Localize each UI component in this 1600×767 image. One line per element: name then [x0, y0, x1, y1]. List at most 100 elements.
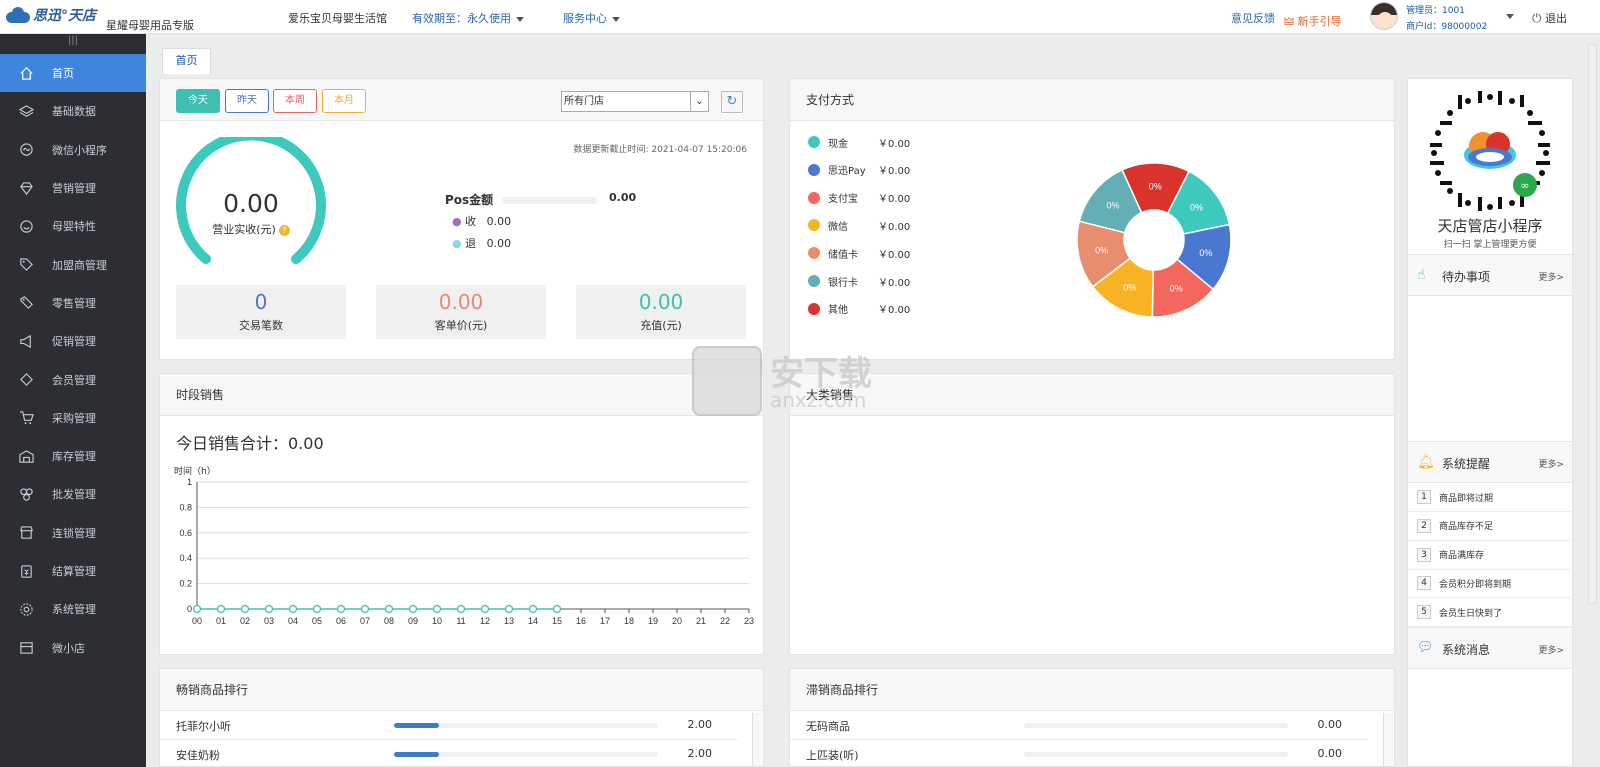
x-tick-label: 13: [504, 616, 514, 626]
reminders-more-link[interactable]: 更多>: [1538, 457, 1564, 470]
reminder-item[interactable]: 1 商品即将过期: [1408, 483, 1572, 512]
table-row[interactable]: 上匹装(听) 0.00: [790, 740, 1368, 766]
data-point: [552, 604, 562, 614]
x-tick-label: 05: [312, 616, 322, 626]
x-tick-label: 11: [456, 616, 465, 626]
payment-legend-item[interactable]: 微信 ￥0.00: [808, 218, 911, 233]
guide-link[interactable]: 🜲 新手引导: [1284, 10, 1342, 32]
table-row[interactable]: 无码商品 0.00: [790, 711, 1368, 740]
validity-menu[interactable]: 有效期至：永久使用: [412, 10, 524, 26]
page-scrollbar[interactable]: [1588, 44, 1597, 604]
sidebar-item-7[interactable]: 促销管理: [0, 322, 146, 360]
payment-legend-item[interactable]: 其他 ￥0.00: [808, 302, 910, 316]
sidebar-item-6[interactable]: 零售管理: [0, 284, 146, 322]
payment-legend-item[interactable]: 支付宝 ￥0.00: [808, 191, 910, 205]
overview-panel: 今天 昨天 本周 本月 所有门店 ⌄ ↻ 数据更新截止时间: 2021-04-07…: [159, 78, 764, 360]
tab-home[interactable]: 首页: [162, 48, 211, 74]
price-tag-icon: [18, 295, 34, 311]
miniprogram-qr-icon[interactable]: ∞: [1428, 89, 1552, 213]
sidebar-item-15[interactable]: 微小店: [0, 628, 146, 666]
reminder-item[interactable]: 4 会员积分即将到期: [1408, 569, 1572, 599]
reminder-item[interactable]: 2 商品库存不足: [1408, 512, 1572, 541]
sidebar-item-4[interactable]: 母婴特性: [0, 207, 146, 245]
logo-text: 思迅°天店: [33, 8, 96, 24]
service-center-text: 服务中心: [563, 12, 607, 25]
payment-legend-item[interactable]: 思迅Pay ￥0.00: [808, 163, 910, 177]
layers-icon: [18, 103, 34, 119]
reminder-text: 会员生日快到了: [1439, 608, 1503, 619]
sidebar-item-9[interactable]: 采购管理: [0, 399, 146, 437]
rank-bar-fill: [394, 723, 439, 728]
service-center-menu[interactable]: 服务中心: [563, 10, 620, 26]
feedback-link[interactable]: 意见反馈: [1231, 10, 1275, 26]
x-tick-label: 07: [360, 616, 370, 626]
yesterday-button[interactable]: 昨天: [225, 89, 269, 113]
update-time: 数据更新截止时间: 2021-04-07 15:20:06: [573, 145, 747, 155]
validity-text: 有效期至：永久使用: [412, 12, 511, 25]
user-menu-chevron-icon[interactable]: [1506, 14, 1514, 19]
sidebar-item-1[interactable]: 基础数据: [0, 92, 146, 130]
reminder-text: 商品即将过期: [1439, 493, 1494, 504]
data-point: [504, 604, 514, 614]
slow-sellers-scrollbar[interactable]: [1383, 713, 1393, 766]
table-row[interactable]: 安佳奶粉 2.00: [160, 740, 738, 766]
payment-legend-item[interactable]: 现金 ￥0.00: [808, 135, 910, 150]
logout-button[interactable]: ⏻ 退出: [1532, 10, 1567, 26]
sidebar-item-label: 母婴特性: [52, 220, 96, 234]
sidebar-item-10[interactable]: 库存管理: [0, 437, 146, 475]
reminders-header: 🔔︎ 系统提醒 更多>: [1408, 441, 1572, 483]
receive-value: 0.00: [486, 215, 512, 228]
sidebar-item-2[interactable]: 微信小程序: [0, 131, 146, 169]
this-week-button[interactable]: 本周: [273, 89, 317, 113]
reminder-text: 商品库存不足: [1439, 522, 1494, 533]
avatar[interactable]: [1370, 2, 1398, 30]
sidebar-item-label: 批发管理: [52, 488, 96, 502]
legend-amount: ￥0.00: [878, 221, 911, 233]
reminder-item[interactable]: 3 商品满库存: [1408, 541, 1572, 570]
refresh-icon[interactable]: ↻: [721, 91, 743, 113]
sidebar-item-12[interactable]: 连锁管理: [0, 514, 146, 552]
sidebar-item-13[interactable]: 结算管理: [0, 552, 146, 590]
power-icon: ⏻: [1532, 11, 1542, 25]
sidebar-item-label: 零售管理: [52, 296, 96, 310]
legend-name: 其他: [828, 305, 848, 317]
product-value: 2.00: [687, 718, 713, 731]
logout-text: 退出: [1545, 12, 1567, 25]
smile-icon: [18, 218, 34, 234]
sidebar-collapse-handle[interactable]: |||: [0, 34, 146, 54]
best-sellers-scrollbar[interactable]: [752, 713, 762, 766]
table-row[interactable]: 托菲尔小听 2.00: [160, 711, 738, 740]
sidebar-item-14[interactable]: 系统管理: [0, 590, 146, 628]
sidebar-item-0[interactable]: 首页: [0, 54, 146, 93]
reminder-item[interactable]: 5 会员生日快到了: [1408, 598, 1572, 628]
stat-transactions: 0 交易笔数: [176, 285, 346, 339]
product-value: 0.00: [1317, 718, 1343, 731]
stat-value: 0.00: [438, 290, 484, 314]
miniprogram-subtitle: 扫一扫 掌上管理更方便: [1443, 240, 1537, 250]
messages-more-link[interactable]: 更多>: [1538, 643, 1564, 656]
pie-slice-label: 0%: [1190, 203, 1203, 213]
sidebar-item-3[interactable]: 营销管理: [0, 169, 146, 207]
payment-legend-item[interactable]: 储值卡 ￥0.00: [808, 246, 910, 261]
today-button[interactable]: 今天: [176, 89, 220, 113]
sidebar-item-11[interactable]: 批发管理: [0, 475, 146, 513]
store-select[interactable]: 所有门店 ⌄: [561, 91, 709, 112]
payment-legend-item[interactable]: 银行卡 ￥0.00: [808, 274, 910, 289]
x-tick-label: 21: [696, 616, 706, 626]
sidebar-item-8[interactable]: 会员管理: [0, 360, 146, 398]
svg-text:∞: ∞: [1520, 179, 1529, 192]
reminder-number: 5: [1417, 605, 1431, 620]
stat-recharge: 0.00 充值(元): [576, 285, 746, 339]
pos-progress: [502, 197, 597, 204]
sidebar-item-label: 营销管理: [52, 182, 96, 196]
this-month-button[interactable]: 本月: [322, 89, 366, 113]
pie-slice-label: 0%: [1123, 283, 1136, 293]
diamond-icon: [18, 180, 34, 196]
sidebar-item-5[interactable]: 加盟商管理: [0, 245, 146, 283]
todo-more-link[interactable]: 更多>: [1538, 270, 1564, 283]
help-icon[interactable]: ?: [278, 224, 290, 236]
sidebar-item-label: 微信小程序: [52, 143, 107, 157]
sidebar-item-label: 加盟商管理: [52, 258, 107, 272]
warehouse-icon: [18, 448, 34, 464]
pie-slice-label: 0%: [1149, 182, 1162, 192]
